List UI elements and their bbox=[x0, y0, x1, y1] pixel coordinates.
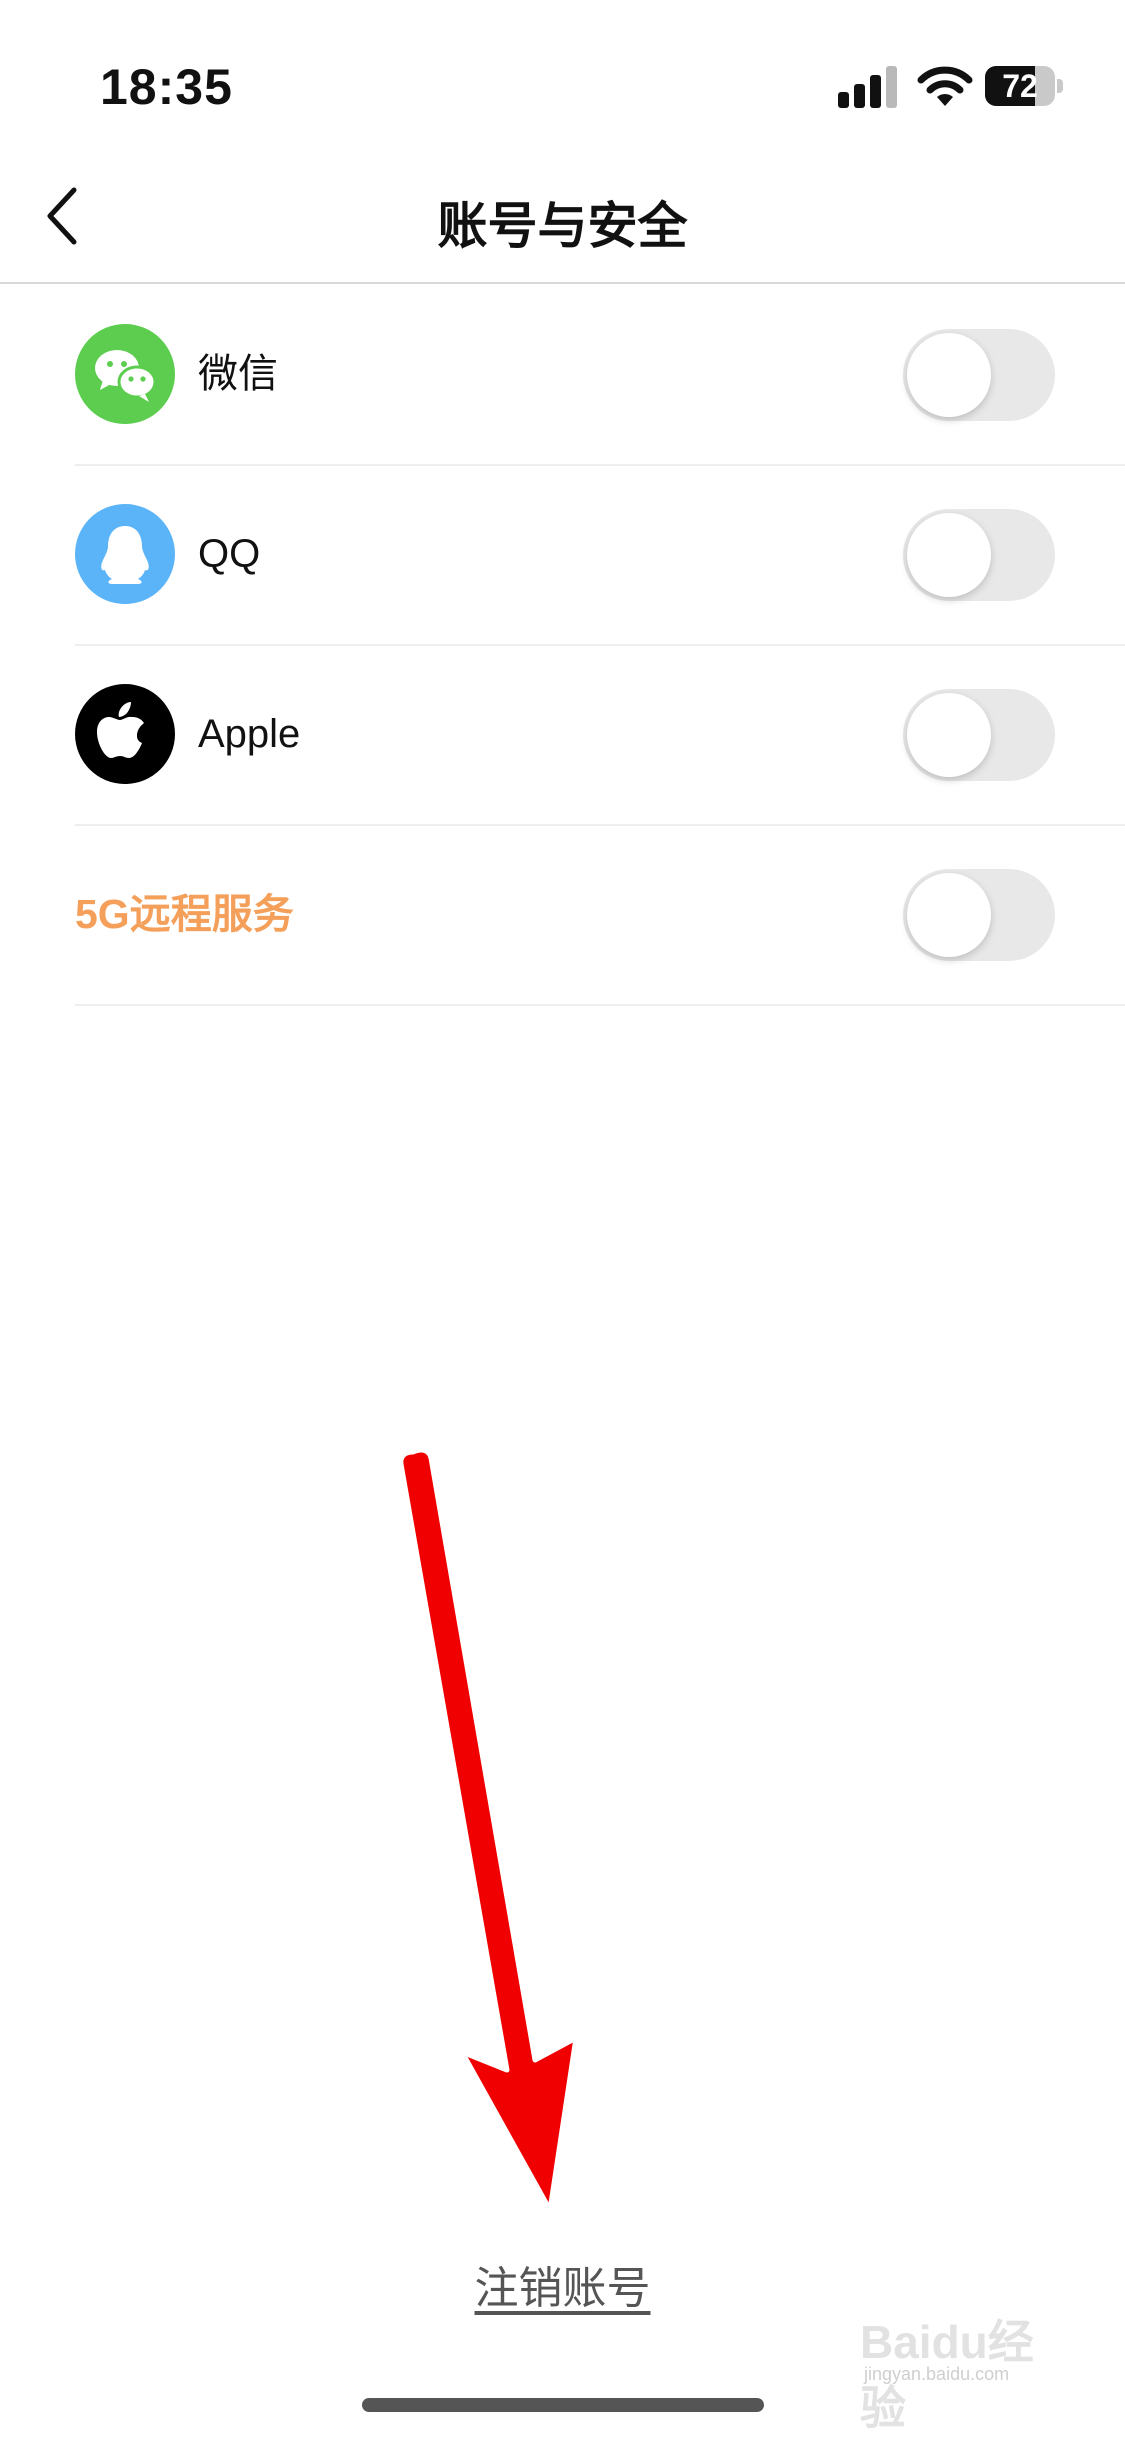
apple-icon bbox=[75, 684, 175, 784]
binding-label: Apple bbox=[198, 712, 301, 756]
binding-label: 微信 bbox=[198, 352, 278, 396]
binding-row-wechat: 微信 bbox=[75, 284, 1125, 466]
annotation-arrow-icon bbox=[398, 1447, 579, 2213]
battery-icon: 72 bbox=[985, 66, 1065, 106]
baidu-watermark: Baidu经验 jingyan.baidu.com bbox=[860, 2300, 1070, 2434]
watermark-url: jingyan.baidu.com bbox=[864, 2364, 1010, 2384]
wechat-icon bbox=[75, 324, 175, 424]
page-title: 账号与安全 bbox=[437, 198, 688, 254]
wechat-toggle[interactable] bbox=[903, 329, 1055, 421]
status-time: 18:35 bbox=[100, 59, 233, 115]
home-indicator[interactable] bbox=[362, 2398, 764, 2412]
binding-row-apple: Apple bbox=[75, 644, 1125, 826]
battery-percent: 72 bbox=[1002, 68, 1038, 104]
service-label: 5G远程服务 bbox=[75, 891, 294, 937]
qq-toggle[interactable] bbox=[903, 509, 1055, 601]
toggle-knob bbox=[907, 693, 991, 777]
qq-penguin-icon bbox=[75, 504, 175, 604]
navigation-bar: 账号与安全 bbox=[0, 150, 1125, 284]
toggle-knob bbox=[907, 873, 991, 957]
wifi-icon bbox=[916, 64, 974, 108]
cellular-signal-icon bbox=[838, 64, 900, 108]
toggle-knob bbox=[907, 333, 991, 417]
toggle-knob bbox=[907, 513, 991, 597]
binding-label: QQ bbox=[198, 532, 261, 576]
row-5g-remote-service: 5G远程服务 bbox=[75, 824, 1125, 1006]
5g-service-toggle[interactable] bbox=[903, 869, 1055, 961]
binding-row-qq: QQ bbox=[75, 464, 1125, 646]
apple-toggle[interactable] bbox=[903, 689, 1055, 781]
status-bar: 18:35 72 bbox=[0, 0, 1125, 150]
